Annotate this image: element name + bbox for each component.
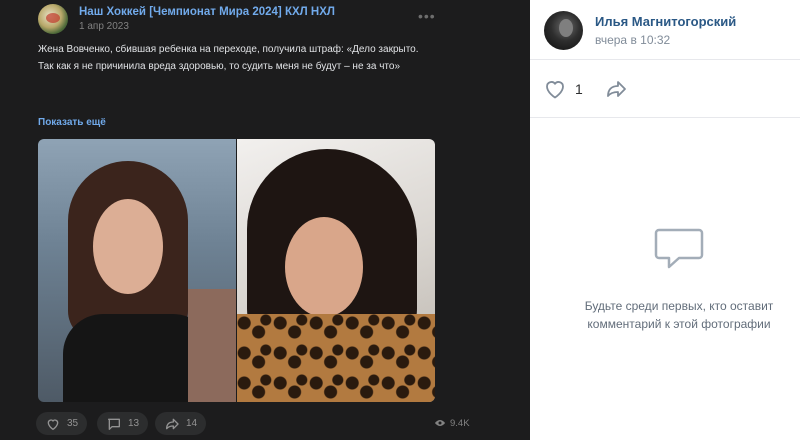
photo-grid — [38, 139, 435, 402]
heart-icon — [47, 418, 59, 430]
empty-comments-line: Будьте среди первых, кто оставит — [584, 299, 774, 313]
more-options-icon[interactable]: ••• — [418, 9, 435, 23]
photo-actions-row: 1 — [530, 60, 800, 118]
share-count: 14 — [186, 418, 198, 429]
views-counter: 9.4K — [434, 417, 470, 429]
post-date[interactable]: 1 апр 2023 — [79, 21, 129, 32]
like-count: 35 — [67, 418, 79, 429]
share-icon — [166, 418, 179, 429]
author-name-link[interactable]: Илья Магнитогорский — [595, 14, 736, 29]
share-button[interactable]: 14 — [155, 412, 207, 435]
heart-icon — [546, 81, 564, 99]
post-panel: Наш Хоккей [Чемпионат Мира 2024] КХЛ НХЛ… — [0, 0, 530, 440]
post-photo-2[interactable] — [237, 139, 435, 402]
like-button[interactable]: 35 — [36, 412, 88, 435]
group-avatar[interactable] — [38, 4, 68, 34]
photo-like-count: 1 — [575, 81, 583, 97]
comment-button[interactable]: 13 — [97, 412, 149, 435]
empty-comments-text: Будьте среди первых, кто оставит коммент… — [550, 297, 800, 333]
author-row: Илья Магнитогорский вчера в 10:32 — [530, 0, 800, 60]
author-time-link[interactable]: вчера в 10:32 — [595, 33, 670, 47]
post-actions: 35 13 14 9.4K — [36, 412, 470, 436]
author-avatar[interactable] — [544, 11, 583, 50]
empty-comments-line: комментарий к этой фотографии — [587, 317, 771, 331]
share-icon — [607, 81, 626, 97]
show-more-link[interactable]: Показать ещё — [38, 117, 106, 128]
comment-icon — [108, 418, 120, 430]
photo-share-button[interactable] — [604, 77, 628, 101]
views-count: 9.4K — [450, 417, 470, 429]
post-text-line: Так как я не причинила вреда здоровью, т… — [38, 61, 401, 72]
empty-comments: Будьте среди первых, кто оставит коммент… — [530, 118, 800, 440]
post-text: Жена Вовченко, сбившая ребенка на перехо… — [38, 41, 508, 75]
comments-empty-icon — [654, 228, 704, 269]
group-name-link[interactable]: Наш Хоккей [Чемпионат Мира 2024] КХЛ НХЛ — [79, 6, 335, 18]
post-header: Наш Хоккей [Чемпионат Мира 2024] КХЛ НХЛ… — [38, 4, 508, 38]
photo-like-button[interactable]: 1 — [543, 77, 583, 101]
eye-icon — [435, 420, 445, 426]
comment-count: 13 — [128, 418, 140, 429]
post-photo-1[interactable] — [38, 139, 236, 402]
photo-side-panel: Илья Магнитогорский вчера в 10:32 1 Будь… — [530, 0, 800, 440]
post-text-line: Жена Вовченко, сбившая ребенка на перехо… — [38, 44, 419, 55]
